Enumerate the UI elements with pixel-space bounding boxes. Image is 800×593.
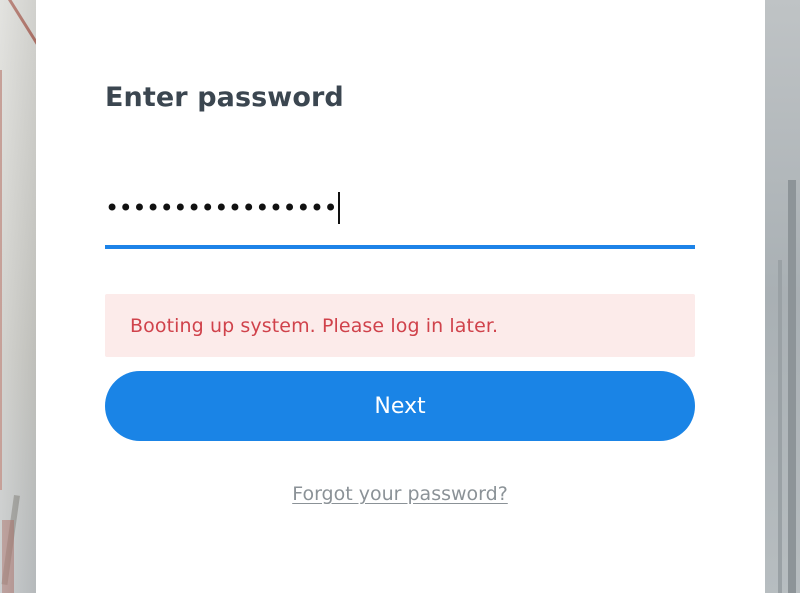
forgot-password-link[interactable]: Forgot your password?: [105, 483, 695, 505]
page-title: Enter password: [105, 82, 344, 113]
error-banner: Booting up system. Please log in later.: [105, 294, 695, 357]
login-card: Enter password ••••••••••••••••• Booting…: [36, 0, 765, 593]
next-button[interactable]: Next: [105, 371, 695, 441]
background-right-strip: [764, 0, 800, 593]
password-underline: [105, 245, 695, 249]
error-message: Booting up system. Please log in later.: [130, 314, 499, 337]
password-field[interactable]: •••••••••••••••••: [105, 178, 695, 250]
password-input[interactable]: [105, 178, 695, 244]
background-left-strip: [0, 0, 36, 593]
